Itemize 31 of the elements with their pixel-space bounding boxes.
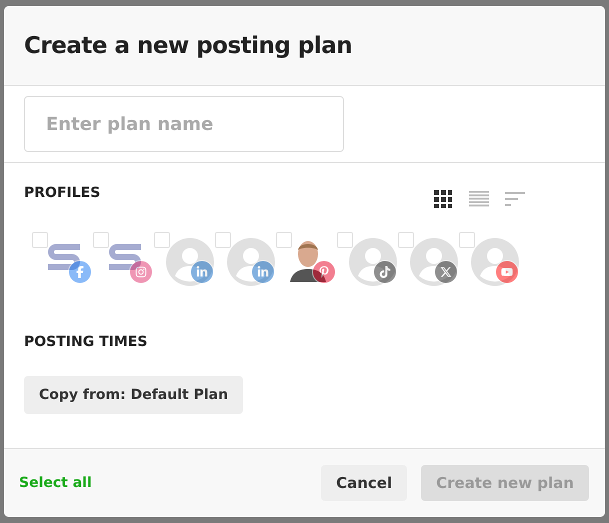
- facebook-icon: [68, 260, 92, 284]
- profile-checkbox[interactable]: [398, 232, 414, 248]
- x-icon: [434, 260, 458, 284]
- cancel-button[interactable]: Cancel: [321, 465, 408, 501]
- user-avatar-icon: [227, 238, 275, 286]
- copy-plan-button[interactable]: Copy from: Default Plan: [24, 376, 244, 414]
- pinterest-icon: [312, 260, 336, 284]
- profile-checkbox[interactable]: [276, 232, 292, 248]
- profile-checkbox[interactable]: [32, 232, 48, 248]
- profile-checkbox[interactable]: [154, 232, 170, 248]
- sort-view-icon[interactable]: [505, 190, 525, 208]
- user-avatar-icon: [349, 238, 397, 286]
- user-avatar-icon: [166, 238, 214, 286]
- user-avatar-icon: [471, 238, 519, 286]
- linkedin-icon: [190, 260, 214, 284]
- dialog-title: Create a new posting plan: [24, 32, 352, 58]
- profile-checkbox[interactable]: [215, 232, 231, 248]
- profile-checkbox[interactable]: [337, 232, 353, 248]
- section-heading: POSTING TIMES: [24, 334, 148, 350]
- instagram-icon: [129, 260, 153, 284]
- youtube-icon: [495, 260, 519, 284]
- profile-checkbox[interactable]: [93, 232, 109, 248]
- plan-name-field[interactable]: Enter plan name: [24, 96, 344, 152]
- list-view-icon[interactable]: [469, 190, 489, 208]
- grid-view-icon[interactable]: [433, 190, 453, 208]
- profile-photo: [288, 238, 328, 282]
- tiktok-icon: [373, 260, 397, 284]
- user-avatar-icon: [410, 238, 458, 286]
- section-heading: PROFILES: [24, 185, 100, 201]
- linkedin-icon: [251, 260, 275, 284]
- profile-checkbox[interactable]: [459, 232, 475, 248]
